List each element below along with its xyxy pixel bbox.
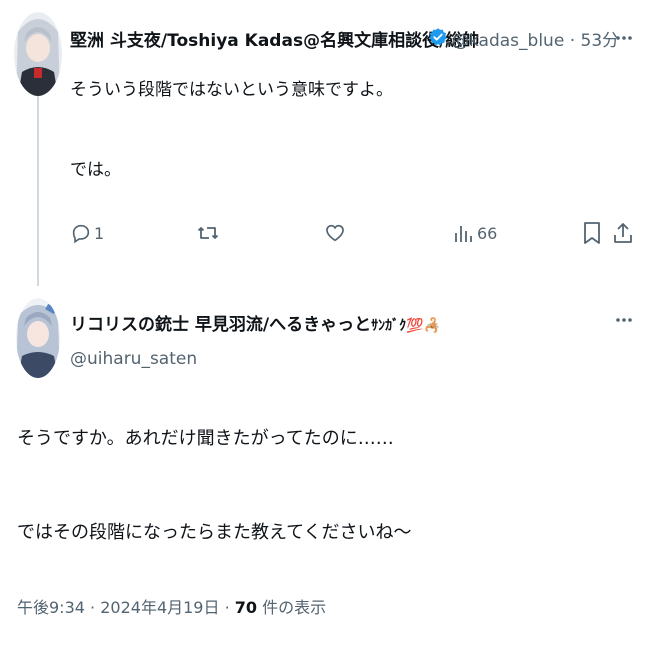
tweet-meta: @kadas_blue · 53分	[452, 26, 619, 51]
more-options-icon[interactable]	[614, 310, 634, 334]
tweet-text-line2: では。	[70, 160, 121, 180]
retweet-icon	[196, 221, 220, 245]
reply-button[interactable]: 1	[70, 218, 104, 248]
retweet-button[interactable]	[196, 218, 220, 248]
separator: ·	[569, 31, 576, 51]
like-icon	[324, 222, 346, 244]
reply-icon	[70, 222, 92, 244]
avatar-kadas[interactable]	[14, 12, 62, 96]
bookmark-icon	[582, 221, 602, 245]
avatar-uiharu[interactable]	[16, 298, 60, 378]
reply-count: 1	[94, 223, 105, 243]
tweet-text-line1: そういう段階ではないという意味ですよ。	[70, 80, 393, 100]
views-label: 件の表示	[262, 598, 327, 617]
separator: ·	[90, 598, 96, 617]
like-button[interactable]	[324, 218, 346, 248]
views-button[interactable]: 66	[454, 218, 497, 248]
display-name-text[interactable]: リコリスの銃士 早見羽流/へるきゃっと	[70, 315, 371, 335]
more-options-icon[interactable]	[614, 28, 634, 52]
display-name: リコリスの銃士 早見羽流/へるきゃっとｻﾝｶﾞｸ💯🦂	[70, 310, 441, 335]
thread-connector-line	[37, 96, 39, 286]
verified-badge-icon	[428, 27, 448, 51]
bookmark-button[interactable]	[582, 218, 602, 248]
views-count: 70	[234, 598, 258, 617]
name-emoji: ｻﾝｶﾞｸ💯🦂	[371, 318, 442, 334]
handle[interactable]: @uiharu_saten	[70, 349, 197, 369]
share-icon	[612, 221, 634, 245]
tweet-text-line2: ではその段階になったらまた教えてくださいね〜	[17, 522, 412, 543]
tweet-text-line1: そうですか。あれだけ聞きたがってたのに……	[17, 428, 394, 449]
tweet-time[interactable]: 午後9:34	[17, 598, 85, 617]
display-name[interactable]: 堅洲 斗支夜/Toshiya Kadas@名興文庫相談役/総帥	[70, 26, 479, 51]
tweet-date[interactable]: 2024年4月19日	[100, 598, 219, 617]
views-count: 66	[477, 223, 498, 243]
tweet-meta-row: 午後9:34 · 2024年4月19日 · 70 件の表示	[17, 594, 326, 618]
handle[interactable]: @kadas_blue	[452, 31, 564, 51]
views-icon	[454, 222, 474, 244]
separator: ·	[224, 598, 230, 617]
share-button[interactable]	[612, 218, 634, 248]
